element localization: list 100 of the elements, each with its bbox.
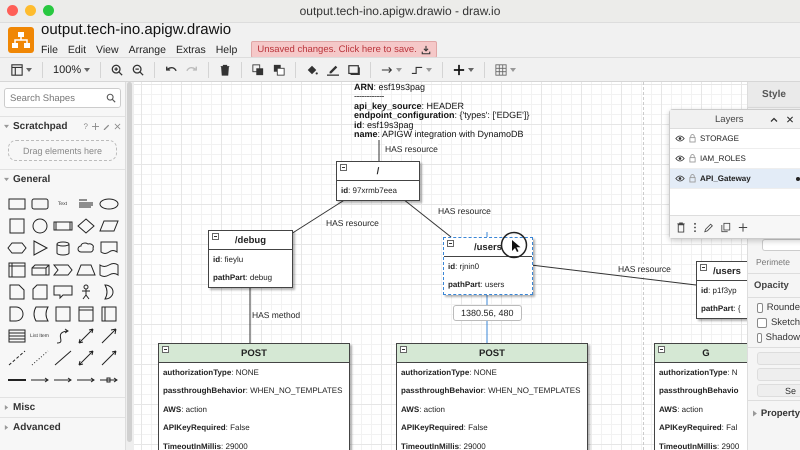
plus-icon[interactable]: [738, 222, 748, 232]
tape-icon[interactable]: [98, 261, 120, 279]
zoom-level-dropdown[interactable]: 100%: [50, 62, 94, 78]
eye-icon[interactable]: [675, 155, 685, 162]
checkbox[interactable]: [757, 302, 763, 312]
menu-item[interactable]: Edit: [68, 44, 86, 56]
file-name[interactable]: output.tech-ino.apigw.drawio: [41, 22, 437, 38]
menu-item[interactable]: View: [96, 44, 119, 56]
close-icon[interactable]: [786, 116, 794, 122]
collapse-caret-icon[interactable]: [770, 116, 778, 122]
collapsed-triangle-icon: [4, 405, 9, 410]
node-title: G: [702, 348, 710, 358]
option-label: Sketch: [770, 317, 800, 328]
node-field: AWS: action: [162, 404, 207, 414]
set-button[interactable]: Se: [757, 384, 800, 397]
collapse-icon[interactable]: [658, 346, 665, 353]
collapse-icon[interactable]: [700, 264, 707, 271]
unsaved-changes-button[interactable]: Unsaved changes. Click here to save.: [251, 41, 437, 58]
property-text: endpoint_configuration: {'types': ['EDGE']}: [354, 111, 530, 121]
edge-label[interactable]: HAS resource: [326, 218, 379, 228]
section-header[interactable]: Misc: [0, 398, 125, 417]
internal-storage-icon[interactable]: [6, 261, 28, 279]
search-field[interactable]: Search Shapes: [4, 88, 121, 108]
connector-line[interactable]: [290, 198, 346, 234]
edge-label[interactable]: HAS resource: [384, 144, 438, 154]
collapse-icon[interactable]: [340, 164, 347, 171]
caret-icon: [468, 68, 474, 72]
callout-icon[interactable]: [52, 283, 74, 301]
trash-icon: [219, 64, 232, 76]
list-icon[interactable]: [6, 327, 28, 345]
eye-icon[interactable]: [675, 135, 685, 142]
property-text: api_key_source: HEADER: [354, 102, 466, 112]
node-field: authorizationType: NONE: [400, 368, 497, 377]
entity-node[interactable]: /users id: rjnin0 pathPart: users: [442, 237, 533, 295]
connector-line[interactable]: [530, 264, 696, 286]
collapse-icon[interactable]: [400, 346, 407, 353]
scrollbar-thumb[interactable]: [127, 82, 132, 442]
document-icon[interactable]: [98, 239, 120, 257]
expanded-triangle-icon: [4, 177, 9, 182]
checkbox[interactable]: [757, 332, 762, 342]
duplicate-icon[interactable]: [721, 222, 731, 232]
connector-line[interactable]: [249, 286, 250, 344]
style-tab[interactable]: Style: [748, 82, 800, 108]
menu-item[interactable]: Help: [216, 44, 238, 56]
property-text: id: esf19s3pag: [354, 120, 414, 130]
caret-icon: [84, 68, 90, 72]
property-section-header[interactable]: Property: [748, 403, 800, 419]
node-field: TimeoutInMillis: 29000: [400, 442, 486, 450]
layer-name: IAM_ROLES: [700, 154, 746, 163]
collapse-icon[interactable]: [162, 346, 169, 353]
entity-node[interactable]: G authorizationType: N passthroughBehavio AWS: action APIKeyRequired: Fal TimeoutInMillis: 2900: [654, 343, 747, 450]
collapse-icon[interactable]: [212, 233, 219, 240]
layer-name: API_Gateway: [700, 174, 751, 183]
padlock-icon[interactable]: [689, 134, 696, 143]
close-window-button[interactable]: [7, 5, 18, 16]
expanded-triangle-icon: [4, 124, 9, 129]
coordinates-tooltip: 1380.56, 480: [452, 305, 522, 321]
section-title: Misc: [13, 402, 36, 413]
node-field: id: 97xrmb7eea: [340, 186, 397, 195]
node-field: AWS: action: [400, 404, 445, 414]
section-header[interactable]: General: [0, 170, 125, 189]
entity-node[interactable]: / id: 97xrmb7eea: [336, 161, 420, 200]
entity-node[interactable]: /debug id: fieylu pathPart: debug: [208, 230, 293, 288]
eye-icon[interactable]: [675, 175, 685, 182]
panel-layout-icon: [11, 64, 23, 76]
node-field: APIKeyRequired: Fal: [658, 423, 738, 432]
shadow-icon: [348, 64, 360, 76]
node-title: /: [376, 166, 380, 176]
menu-item[interactable]: Extras: [176, 44, 206, 56]
zoom-out-icon: [132, 64, 144, 76]
more-options-icon[interactable]: [693, 222, 697, 232]
layer-row[interactable]: STORAGE: [670, 129, 800, 149]
diamond-icon[interactable]: [74, 217, 96, 235]
collapsed-triangle-icon: [4, 425, 9, 430]
entity-node[interactable]: /users id: p1f3yp pathPart: {: [696, 261, 747, 319]
checkbox[interactable]: [757, 318, 767, 328]
connector-line[interactable]: [378, 140, 380, 162]
node-field: pathPart: users: [448, 280, 504, 290]
section-header[interactable]: Advanced: [0, 418, 125, 437]
menu-item[interactable]: Arrange: [128, 44, 166, 56]
trash-icon[interactable]: [676, 222, 686, 232]
node-field: TimeoutInMillis: 2900: [658, 442, 740, 450]
edge-label[interactable]: HAS method: [252, 310, 300, 320]
node-field: passthroughBehavio: [658, 386, 739, 396]
edge-label[interactable]: HAS resource: [438, 206, 491, 216]
pencil-icon[interactable]: [704, 222, 714, 232]
node-field: passthroughBehavior: WHEN_NO_TEMPLATES: [162, 386, 342, 396]
node-field: passthroughBehavior: WHEN_NO_TEMPLATES: [400, 386, 580, 396]
node-title: POST: [479, 348, 505, 358]
padlock-icon[interactable]: [689, 154, 696, 163]
perimeter-field[interactable]: [762, 239, 800, 251]
perimeter-label: Perimete: [756, 257, 792, 267]
collapse-icon[interactable]: [446, 240, 454, 247]
caret-icon: [26, 68, 32, 72]
entity-node[interactable]: POST authorizationType: NONE passthroughBehavior: WHEN_NO_TEMPLATES AWS: action APIKeyRequired: False TimeoutInMillis: 29000: [396, 343, 588, 450]
entity-node[interactable]: POST authorizationType: NONE passthroughBehavior: WHEN_NO_TEMPLATES AWS: action APIKeyRequired: False TimeoutInMillis: 29000: [158, 343, 350, 450]
menu-item[interactable]: File: [41, 44, 58, 56]
edge-label[interactable]: HAS resource: [618, 264, 671, 274]
node-field: APIKeyRequired: False: [400, 423, 488, 432]
layer-row[interactable]: API_Gateway: [670, 169, 800, 189]
